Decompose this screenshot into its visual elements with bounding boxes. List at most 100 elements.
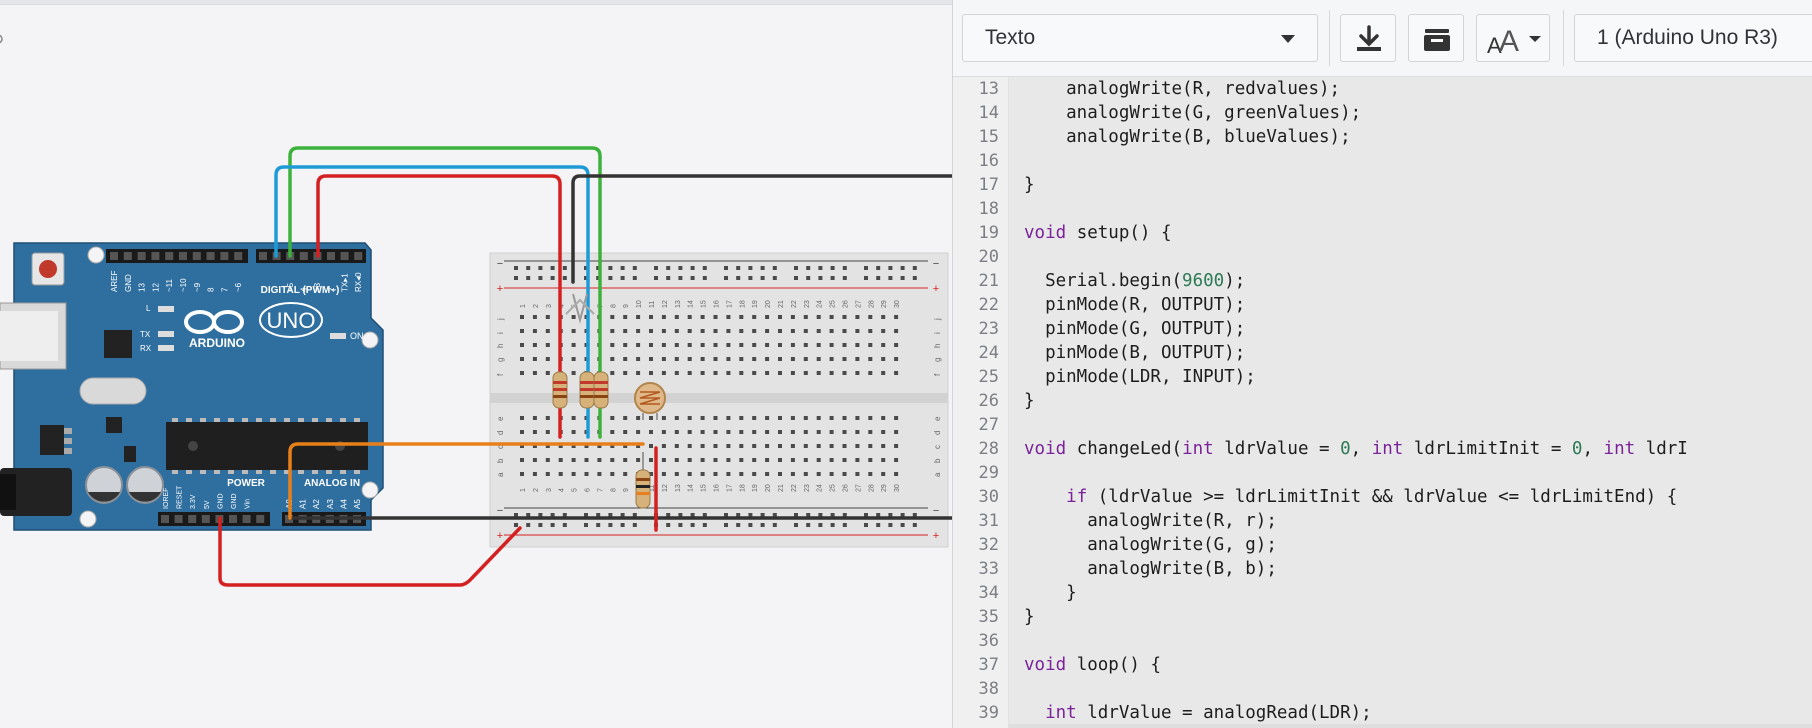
rail-plus-label-right: + bbox=[933, 283, 939, 295]
rail-minus-label-bottom: − bbox=[497, 505, 503, 517]
code-area[interactable] bbox=[1009, 77, 1812, 728]
digital-pin-label: TX▸1 bbox=[340, 273, 349, 292]
code-line: } bbox=[1024, 607, 1035, 627]
circuit-diagram[interactable]: L TX RX ON UNO ARDUINO DIGITAL (PWM~) PO… bbox=[0, 0, 952, 728]
editor-mode-dropdown[interactable]: Texto bbox=[962, 14, 1318, 62]
digital-pin-label: 4 bbox=[300, 287, 309, 292]
canvas-edge-handle bbox=[0, 34, 3, 44]
column-number: 26 bbox=[843, 300, 850, 308]
header-pin bbox=[259, 252, 267, 260]
code-line: analogWrite(G, g); bbox=[1024, 535, 1277, 555]
led-tx-label: TX bbox=[140, 330, 151, 339]
column-number: 13 bbox=[675, 300, 682, 308]
header-pin bbox=[299, 252, 308, 260]
column-number: 29 bbox=[881, 300, 888, 308]
header-pin bbox=[151, 252, 160, 260]
column-number: 6 bbox=[585, 488, 592, 492]
column-number: 20 bbox=[765, 300, 772, 308]
rail-minus-label: − bbox=[497, 258, 503, 270]
device-selector-dropdown[interactable]: 1 (Arduino Uno R3) bbox=[1574, 14, 1812, 62]
column-number: 25 bbox=[830, 300, 837, 308]
resistor-3 bbox=[593, 371, 609, 409]
line-number: 32 bbox=[978, 535, 999, 555]
rail-plus-label: + bbox=[497, 283, 503, 295]
column-number: 18 bbox=[739, 300, 746, 308]
line-number: 38 bbox=[978, 679, 999, 699]
column-number: 28 bbox=[868, 300, 875, 308]
library-button[interactable] bbox=[1408, 14, 1464, 62]
code-line: int ldrValue = analogRead(LDR); bbox=[1045, 703, 1372, 723]
line-number: 23 bbox=[978, 319, 999, 339]
row-letter: e bbox=[933, 416, 942, 421]
column-number: 24 bbox=[817, 484, 824, 492]
digital-pin-label: ~9 bbox=[193, 282, 202, 292]
code-line: if (ldrValue >= ldrLimitInit && ldrValue… bbox=[1066, 487, 1678, 507]
toolbar-divider bbox=[1563, 10, 1564, 66]
chevron-down-icon bbox=[1281, 35, 1295, 43]
download-button[interactable] bbox=[1340, 14, 1396, 62]
analog-pin-label: A1 bbox=[299, 499, 308, 509]
font-size-button[interactable]: A A bbox=[1476, 14, 1550, 62]
column-number: 17 bbox=[726, 300, 733, 308]
editor-mode-label: Texto bbox=[985, 26, 1036, 49]
column-number: 1 bbox=[520, 304, 527, 308]
row-letter: b bbox=[933, 458, 942, 463]
code-line: pinMode(LDR, INPUT); bbox=[1024, 367, 1256, 387]
header-pin bbox=[242, 515, 251, 523]
column-number: 27 bbox=[855, 300, 862, 308]
column-number: 3 bbox=[546, 488, 553, 492]
line-number: 18 bbox=[978, 199, 999, 219]
code-line: pinMode(B, OUTPUT); bbox=[1024, 343, 1246, 363]
header-pin bbox=[340, 252, 349, 260]
line-number: 17 bbox=[978, 175, 999, 195]
row-letter: g bbox=[933, 358, 942, 362]
code-line: pinMode(G, OUTPUT); bbox=[1024, 319, 1246, 339]
digital-pin-label: GND bbox=[124, 274, 133, 292]
code-editor[interactable]: 13 analogWrite(R, redvalues); 14 analogWr… bbox=[953, 77, 1812, 728]
digital-pin-label: ~11 bbox=[165, 278, 174, 292]
line-number: 30 bbox=[978, 487, 999, 507]
column-number: 15 bbox=[701, 484, 708, 492]
font-size-icon: A A bbox=[1487, 25, 1541, 58]
led-on-label: ON bbox=[350, 331, 364, 341]
column-number: 30 bbox=[894, 300, 901, 308]
header-pin bbox=[234, 252, 243, 260]
column-number: 22 bbox=[791, 300, 798, 308]
power-pin-label: Vin bbox=[245, 499, 252, 509]
header-pin bbox=[179, 252, 187, 260]
column-number: 19 bbox=[752, 300, 759, 308]
line-number: 16 bbox=[978, 151, 999, 171]
column-number: 25 bbox=[830, 484, 837, 492]
horizontal-scrollbar[interactable] bbox=[1009, 724, 1812, 728]
row-letter: i bbox=[933, 332, 942, 334]
line-number: 33 bbox=[978, 559, 999, 579]
column-number: 16 bbox=[714, 484, 721, 492]
column-number: 3 bbox=[546, 304, 553, 308]
column-number: 10 bbox=[636, 300, 643, 308]
code-line: void loop() { bbox=[1024, 655, 1161, 675]
column-number: 13 bbox=[675, 484, 682, 492]
row-letter: e bbox=[496, 416, 505, 421]
circuit-canvas[interactable]: L TX RX ON UNO ARDUINO DIGITAL (PWM~) PO… bbox=[0, 0, 952, 728]
column-number: 9 bbox=[623, 488, 630, 492]
library-icon bbox=[1424, 29, 1450, 51]
code-line: analogWrite(R, r); bbox=[1024, 511, 1277, 531]
toolbar-divider bbox=[1329, 10, 1330, 66]
header-pin bbox=[201, 515, 210, 523]
power-label: POWER bbox=[227, 478, 266, 489]
digital-pin-label: RX◂0 bbox=[354, 272, 363, 292]
code-line: analogWrite(B, b); bbox=[1024, 559, 1277, 579]
digital-pin-label: AREF bbox=[110, 271, 119, 292]
rail-plus-label-bottom-right: + bbox=[933, 530, 939, 542]
analog-in-label: ANALOG IN bbox=[304, 478, 360, 489]
header-pin bbox=[192, 252, 201, 260]
power-pin-label: 3.3V bbox=[190, 494, 197, 509]
code-line: void setup() { bbox=[1024, 223, 1172, 243]
led-rx-label: RX bbox=[140, 344, 152, 353]
header-pin bbox=[123, 252, 132, 260]
header-pin bbox=[161, 515, 169, 523]
digital-pin-label: ~3 bbox=[313, 282, 322, 292]
header-pin bbox=[174, 515, 183, 523]
line-number: 20 bbox=[978, 247, 999, 267]
column-number: 7 bbox=[597, 488, 604, 492]
